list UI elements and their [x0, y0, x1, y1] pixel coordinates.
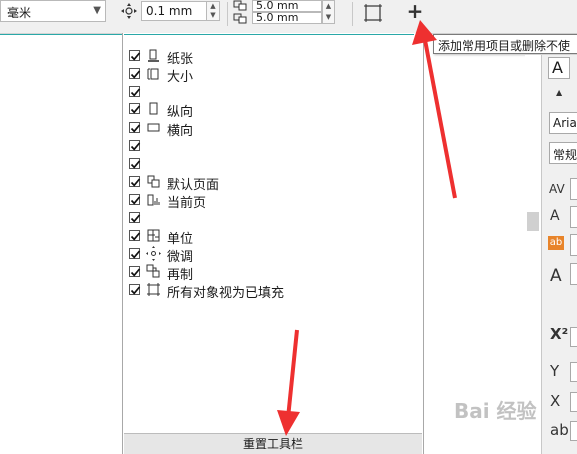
checkbox[interactable]	[129, 212, 141, 223]
checkmark-icon	[130, 268, 141, 277]
shift-x-input[interactable]	[570, 392, 577, 412]
menu-item[interactable]: 所有对象视为已填充	[129, 281, 409, 301]
checkmark-icon	[130, 178, 141, 187]
nudge-spinner[interactable]: ▲ ▼	[206, 1, 220, 21]
font-list-dropdown[interactable]: Arial	[549, 112, 577, 134]
checkmark-icon	[130, 52, 141, 61]
fill-type-icon: A	[550, 208, 560, 224]
checkbox[interactable]	[129, 248, 141, 259]
expand-triangle-icon[interactable]: ▲	[556, 88, 562, 97]
menu-item[interactable]: 横向	[129, 119, 409, 139]
menu-item[interactable]	[129, 83, 409, 101]
fill-type-dropdown[interactable]	[570, 206, 577, 228]
checkmark-icon	[130, 196, 141, 205]
chevron-down-icon: ▼	[93, 5, 101, 16]
duplicate-x-icon	[233, 0, 247, 11]
treat-as-filled-icon[interactable]	[362, 2, 384, 24]
scrollbar-thumb[interactable]	[527, 212, 539, 231]
outline-icon: A	[550, 266, 562, 286]
menu-item[interactable]: 再制	[129, 263, 409, 283]
portrait-icon	[149, 102, 158, 115]
duplicate-y-input[interactable]: 5.0 mm	[252, 12, 322, 24]
checkbox[interactable]	[129, 158, 141, 169]
duplicate-spinner[interactable]: ▲ ▼	[322, 0, 335, 24]
current-page-icon	[147, 194, 160, 206]
rotation-icon: ab	[550, 421, 569, 439]
checkmark-icon	[130, 250, 141, 259]
add-remove-button[interactable]: +	[404, 0, 426, 22]
reset-toolbar-button[interactable]: 重置工具栏	[124, 433, 422, 454]
kerning-icon: AV	[549, 182, 565, 196]
superscript-icon[interactable]: X²	[550, 325, 568, 343]
checkmark-icon	[130, 105, 141, 114]
font-style-dropdown[interactable]: 常规	[549, 142, 577, 164]
outline-dropdown[interactable]	[570, 263, 577, 285]
checkbox[interactable]	[129, 230, 141, 241]
menu-item[interactable]: 微调	[129, 245, 409, 265]
menu-item[interactable]: 纵向	[129, 100, 409, 120]
menu-item-label: 纵向	[167, 105, 194, 120]
shift-y-icon: Y	[550, 362, 560, 380]
checkbox[interactable]	[129, 176, 141, 187]
text-properties-docker: A ▲ Arial 常规 AV A ab A X² Y X ab	[541, 55, 577, 454]
checkmark-icon	[130, 70, 141, 79]
checkbox[interactable]	[129, 103, 141, 114]
checkbox[interactable]	[129, 284, 141, 295]
shift-x-icon: X	[550, 392, 561, 410]
checkbox[interactable]	[129, 50, 141, 61]
default-page-icon	[147, 175, 160, 188]
checkbox[interactable]	[129, 266, 141, 277]
menu-top-accent	[124, 34, 414, 35]
menu-item-label: 所有对象视为已填充	[167, 286, 285, 301]
menu-item[interactable]	[129, 155, 409, 173]
nudge-icon	[121, 3, 137, 19]
units-icon	[147, 229, 160, 242]
shift-y-input[interactable]	[570, 362, 577, 382]
tooltip: 添加常用项目或删除不使	[433, 34, 577, 54]
checkmark-icon	[130, 88, 141, 97]
menu-item[interactable]	[129, 209, 409, 227]
checkmark-icon	[130, 214, 141, 223]
nudge-distance-input[interactable]: 0.1 mm	[141, 1, 207, 21]
checkbox[interactable]	[129, 140, 141, 151]
kerning-input[interactable]	[570, 178, 577, 200]
nudge-icon	[146, 246, 161, 261]
ruler-accent-line	[0, 34, 122, 35]
menu-item[interactable]	[129, 137, 409, 155]
treat-filled-icon	[147, 283, 160, 296]
paper-icon	[148, 49, 159, 62]
text-icon[interactable]: A	[548, 57, 570, 79]
duplicate-y-icon	[233, 13, 247, 24]
checkmark-icon	[130, 232, 141, 241]
property-bar: 毫米 ▼ 0.1 mm ▲ ▼ 5.0 mm 5.0 mm ▲ ▼ +	[0, 0, 577, 34]
checkmark-icon	[130, 286, 141, 295]
menu-item[interactable]: 默认页面	[129, 173, 409, 193]
background-fill-dropdown[interactable]	[570, 234, 577, 256]
position-dropdown[interactable]	[570, 327, 577, 347]
menu-item[interactable]: 单位	[129, 227, 409, 247]
duplicate-icon	[146, 264, 160, 278]
units-dropdown[interactable]: 毫米 ▼	[0, 0, 106, 22]
menu-item[interactable]: 大小	[129, 65, 409, 85]
checkbox[interactable]	[129, 194, 141, 205]
checkbox[interactable]	[129, 122, 141, 133]
checkbox[interactable]	[129, 68, 141, 79]
size-icon	[147, 68, 159, 80]
toolbar-divider	[227, 2, 228, 26]
background-fill-icon: ab	[548, 236, 564, 250]
checkmark-icon	[130, 124, 141, 133]
watermark: Bai 经验	[454, 399, 537, 423]
toolbar-divider	[352, 2, 353, 26]
checkbox[interactable]	[129, 86, 141, 97]
checkmark-icon	[130, 142, 141, 151]
units-value: 毫米	[7, 6, 32, 20]
menu-item[interactable]: 纸张	[129, 47, 409, 67]
landscape-icon	[147, 123, 160, 132]
rotation-input[interactable]	[570, 421, 577, 441]
menu-item[interactable]: 当前页	[129, 191, 409, 211]
customize-toolbar-menu: 纸张 大小纵向 横向默认页面 当前页单位 微调 再制所有对象视为已填充 重置工具栏	[122, 33, 424, 454]
checkmark-icon	[130, 160, 141, 169]
